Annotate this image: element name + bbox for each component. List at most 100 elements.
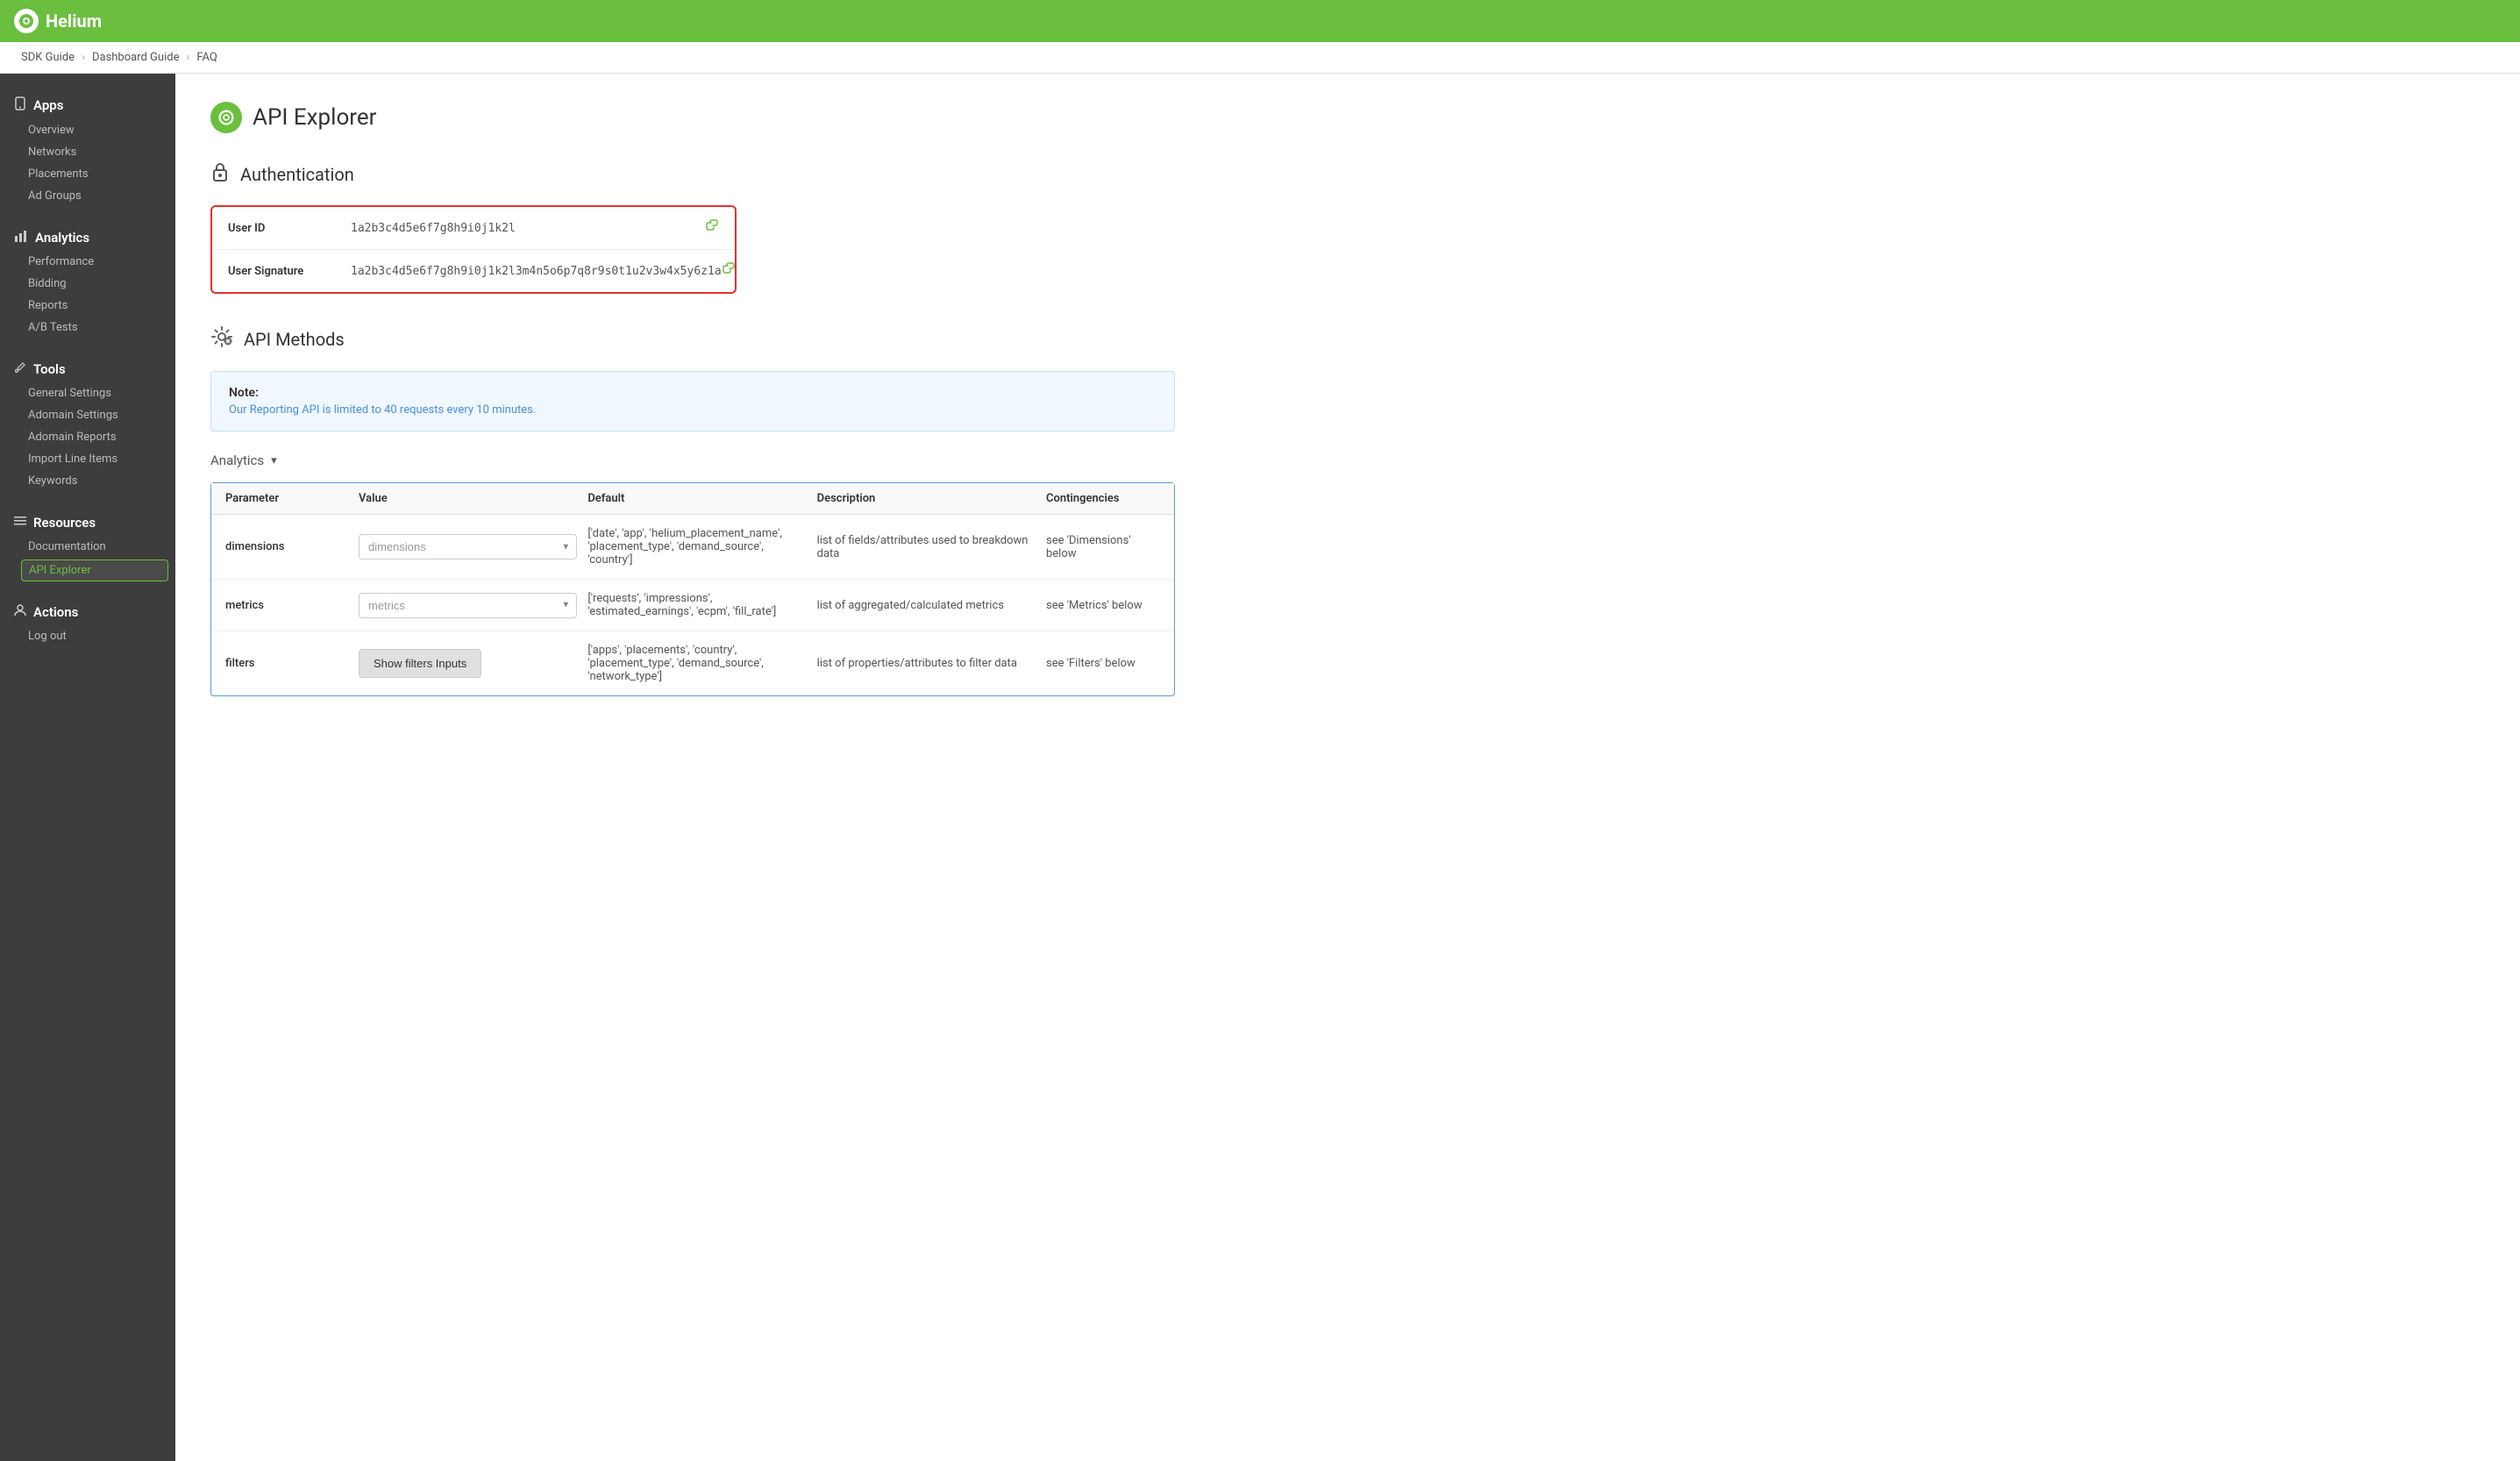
chevron-down-icon: ▾ xyxy=(271,454,277,467)
api-methods-heading: API Methods xyxy=(210,325,2485,353)
cont-filters: see 'Filters' below xyxy=(1046,657,1160,670)
param-metrics: metrics xyxy=(225,599,348,612)
api-table-header: Parameter Value Default Description Cont… xyxy=(211,483,1174,515)
value-dimensions[interactable]: dimensions xyxy=(359,534,577,559)
col-header-parameter: Parameter xyxy=(225,492,348,505)
note-title: Note: xyxy=(229,386,1157,400)
user-icon xyxy=(14,604,26,620)
sidebar-section-analytics: Analytics Performance Bidding Reports A/… xyxy=(0,224,175,339)
sidebar-section-resources: Resources Documentation API Explorer xyxy=(0,510,175,581)
show-filters-button[interactable]: Show filters Inputs xyxy=(359,649,481,678)
sidebar-section-header-actions[interactable]: Actions xyxy=(0,599,175,625)
desc-metrics: list of aggregated/calculated metrics xyxy=(817,599,1036,612)
sidebar-item-documentation[interactable]: Documentation xyxy=(0,536,175,558)
sidebar-item-import-line-items[interactable]: Import Line Items xyxy=(0,448,175,470)
chart-icon xyxy=(14,230,28,246)
sidebar-item-bidding[interactable]: Bidding xyxy=(0,273,175,295)
link-icon-userid[interactable] xyxy=(705,219,719,237)
gear-icon xyxy=(210,325,233,353)
wrench-icon xyxy=(14,361,26,377)
sidebar-item-api-explorer[interactable]: API Explorer xyxy=(21,559,168,581)
table-row-metrics: metrics metrics ['requests', 'impression… xyxy=(211,580,1174,631)
sidebar-section-header-resources[interactable]: Resources xyxy=(0,510,175,536)
default-metrics: ['requests', 'impressions', 'estimated_e… xyxy=(587,592,806,618)
list-icon xyxy=(14,516,26,530)
value-metrics[interactable]: metrics xyxy=(359,593,577,618)
value-filters[interactable]: Show filters Inputs xyxy=(359,649,577,678)
sidebar-item-overview[interactable]: Overview xyxy=(0,119,175,141)
sidebar-item-adomain-reports[interactable]: Adomain Reports xyxy=(0,426,175,448)
sidebar-section-tools: Tools General Settings Adomain Settings … xyxy=(0,356,175,492)
breadcrumb-sdk-guide[interactable]: SDK Guide xyxy=(21,51,75,64)
page-title: API Explorer xyxy=(253,104,376,131)
table-row-dimensions: dimensions dimensions ['date', 'app', 'h… xyxy=(211,515,1174,580)
sidebar-item-ab-tests[interactable]: A/B Tests xyxy=(0,317,175,339)
sidebar-section-header-apps[interactable]: Apps xyxy=(0,91,175,119)
sidebar-resources-label: Resources xyxy=(33,515,96,531)
topbar: Helium xyxy=(0,0,2520,42)
breadcrumb-dashboard-guide[interactable]: Dashboard Guide xyxy=(92,51,180,64)
sidebar-item-general-settings[interactable]: General Settings xyxy=(0,382,175,404)
auth-section-title: Authentication xyxy=(240,164,354,185)
dimensions-select[interactable]: dimensions xyxy=(359,534,577,559)
col-header-contingencies: Contingencies xyxy=(1046,492,1160,505)
sidebar-item-logout[interactable]: Log out xyxy=(0,625,175,647)
param-dimensions: dimensions xyxy=(225,540,348,553)
breadcrumb-sep-2: › xyxy=(186,51,189,64)
auth-row-user-sig: User Signature 1a2b3c4d5e6f7g8h9i0j1k2l3… xyxy=(212,250,735,292)
metrics-select[interactable]: metrics xyxy=(359,593,577,618)
api-explorer-icon xyxy=(210,102,242,133)
cont-dimensions: see 'Dimensions' below xyxy=(1046,534,1160,560)
sidebar-item-ad-groups[interactable]: Ad Groups xyxy=(0,185,175,207)
logo-icon xyxy=(14,9,39,33)
col-header-default: Default xyxy=(587,492,806,505)
breadcrumb: SDK Guide › Dashboard Guide › FAQ xyxy=(0,42,2520,74)
sidebar-section-header-analytics[interactable]: Analytics xyxy=(0,224,175,251)
desc-filters: list of properties/attributes to filter … xyxy=(817,657,1036,670)
main-content: API Explorer Authentication User ID 1a2b… xyxy=(175,74,2520,1461)
sidebar-section-header-tools[interactable]: Tools xyxy=(0,356,175,382)
sidebar-section-actions: Actions Log out xyxy=(0,599,175,647)
note-text: Our Reporting API is limited to 40 reque… xyxy=(229,403,1157,417)
logo: Helium xyxy=(14,9,102,33)
analytics-header[interactable]: Analytics ▾ xyxy=(210,453,2485,468)
sidebar-item-reports[interactable]: Reports xyxy=(0,295,175,317)
auth-user-sig-label: User Signature xyxy=(228,265,351,278)
page-header: API Explorer xyxy=(210,102,2485,133)
auth-section-heading: Authentication xyxy=(210,161,2485,188)
app-title: Helium xyxy=(46,11,102,32)
cont-metrics: see 'Metrics' below xyxy=(1046,599,1160,612)
sidebar-item-networks[interactable]: Networks xyxy=(0,141,175,163)
sidebar: Apps Overview Networks Placements Ad Gro… xyxy=(0,74,175,1461)
table-row-filters: filters Show filters Inputs ['apps', 'pl… xyxy=(211,631,1174,695)
col-header-description: Description xyxy=(817,492,1036,505)
auth-user-id-value: 1a2b3c4d5e6f7g8h9i0j1k2l xyxy=(351,222,705,235)
link-icon-sig[interactable] xyxy=(722,262,736,280)
main-layout: Apps Overview Networks Placements Ad Gro… xyxy=(0,74,2520,1461)
auth-row-user-id: User ID 1a2b3c4d5e6f7g8h9i0j1k2l xyxy=(212,207,735,250)
sidebar-item-adomain-settings[interactable]: Adomain Settings xyxy=(0,404,175,426)
sidebar-item-keywords[interactable]: Keywords xyxy=(0,470,175,492)
note-box: Note: Our Reporting API is limited to 40… xyxy=(210,371,1175,431)
api-methods-title: API Methods xyxy=(244,329,345,350)
auth-credentials-box: User ID 1a2b3c4d5e6f7g8h9i0j1k2l User Si… xyxy=(210,205,737,294)
breadcrumb-faq[interactable]: FAQ xyxy=(196,51,217,64)
api-table: Parameter Value Default Description Cont… xyxy=(210,482,1175,696)
breadcrumb-sep-1: › xyxy=(82,51,85,64)
sidebar-section-apps: Apps Overview Networks Placements Ad Gro… xyxy=(0,91,175,207)
sidebar-item-placements[interactable]: Placements xyxy=(0,163,175,185)
sidebar-actions-label: Actions xyxy=(33,604,78,620)
analytics-label: Analytics xyxy=(210,453,264,468)
auth-user-sig-value: 1a2b3c4d5e6f7g8h9i0j1k2l3m4n5o6p7q8r9s0t… xyxy=(351,265,722,278)
sidebar-analytics-label: Analytics xyxy=(35,230,89,246)
sidebar-item-performance[interactable]: Performance xyxy=(0,251,175,273)
auth-user-id-label: User ID xyxy=(228,222,351,235)
col-header-value: Value xyxy=(359,492,577,505)
default-filters: ['apps', 'placements', 'country', 'place… xyxy=(587,644,806,683)
param-filters: filters xyxy=(225,657,348,670)
sidebar-tools-label: Tools xyxy=(33,361,66,377)
default-dimensions: ['date', 'app', 'helium_placement_name',… xyxy=(587,527,806,567)
desc-dimensions: list of fields/attributes used to breakd… xyxy=(817,534,1036,560)
lock-icon xyxy=(210,161,230,188)
sidebar-apps-label: Apps xyxy=(33,97,63,113)
